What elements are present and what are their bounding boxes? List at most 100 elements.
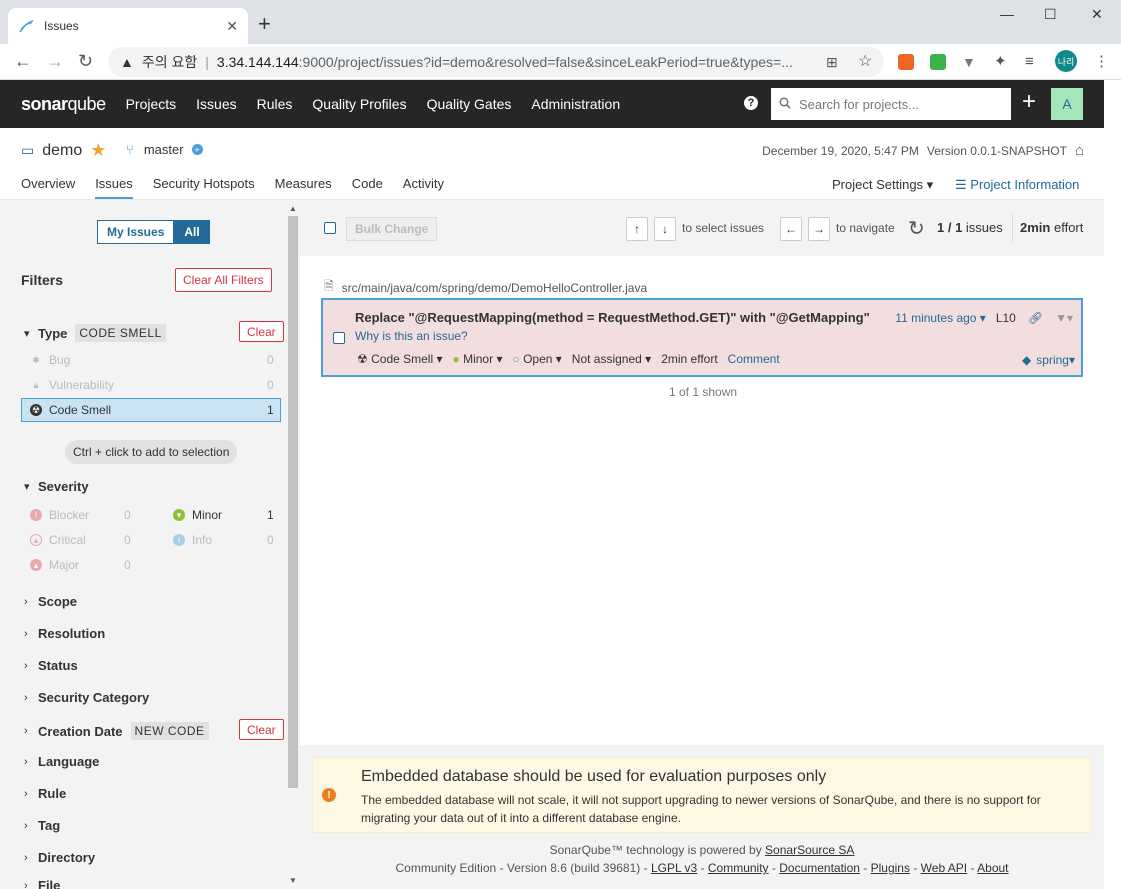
all-issues-button[interactable]: All bbox=[174, 220, 210, 244]
project-information-link[interactable]: ☰ Project Information bbox=[955, 177, 1079, 193]
new-tab-icon[interactable]: + bbox=[258, 12, 271, 36]
footer-link-about[interactable]: About bbox=[977, 861, 1008, 875]
close-tab-icon[interactable]: ✕ bbox=[226, 18, 238, 35]
chevron-right-icon: › bbox=[24, 627, 28, 640]
nav-quality-profiles[interactable]: Quality Profiles bbox=[312, 96, 406, 112]
sonarsource-link[interactable]: SonarSource SA bbox=[765, 843, 854, 857]
bookmark-star-icon[interactable]: ☆ bbox=[858, 53, 872, 71]
translate-icon[interactable]: ⊞ bbox=[826, 53, 838, 71]
facet-directory[interactable]: › Directory bbox=[24, 850, 95, 865]
facet-tag[interactable]: › Tag bbox=[24, 818, 60, 833]
filter-info[interactable]: i Info bbox=[173, 533, 212, 547]
facet-status[interactable]: › Status bbox=[24, 658, 78, 673]
minimize-icon[interactable]: — bbox=[1000, 6, 1014, 22]
nav-rules[interactable]: Rules bbox=[257, 96, 293, 112]
project-settings-dropdown[interactable]: Project Settings ▾ bbox=[832, 177, 933, 193]
issue-assignee-dropdown[interactable]: Not assigned ▾ bbox=[572, 352, 651, 366]
maximize-icon[interactable]: ☐ bbox=[1044, 6, 1057, 23]
my-issues-button[interactable]: My Issues bbox=[97, 220, 175, 244]
branch-name[interactable]: master bbox=[144, 142, 184, 157]
close-window-icon[interactable]: ✕ bbox=[1091, 6, 1103, 23]
reload-issues-icon[interactable]: ↻ bbox=[908, 216, 925, 241]
facet-type[interactable]: ▾ Type CODE SMELL bbox=[24, 324, 166, 342]
search-projects-input[interactable]: Search for projects... bbox=[771, 88, 1011, 120]
extension-icon[interactable] bbox=[898, 54, 914, 70]
why-issue-link[interactable]: Why is this an issue? bbox=[355, 329, 468, 343]
navigate-hint: to navigate bbox=[836, 221, 895, 235]
tab-activity[interactable]: Activity bbox=[403, 176, 444, 199]
facet-resolution[interactable]: › Resolution bbox=[24, 626, 105, 641]
profile-avatar[interactable]: 나리 bbox=[1055, 50, 1077, 72]
reload-icon[interactable]: ↻ bbox=[78, 52, 93, 70]
back-icon[interactable]: ← bbox=[14, 52, 32, 70]
nav-issues[interactable]: Issues bbox=[196, 96, 236, 112]
branch-add-icon[interactable]: + bbox=[191, 144, 203, 155]
issue-age-dropdown[interactable]: 11 minutes ago ▾ bbox=[895, 311, 986, 325]
footer-link-web-api[interactable]: Web API bbox=[921, 861, 967, 875]
create-plus-icon[interactable]: + bbox=[1022, 90, 1036, 114]
tab-security-hotspots[interactable]: Security Hotspots bbox=[153, 176, 255, 199]
vue-extension-icon[interactable]: ▼ bbox=[962, 53, 976, 71]
filter-critical[interactable]: ▴ Critical bbox=[30, 533, 86, 547]
footer-link-plugins[interactable]: Plugins bbox=[871, 861, 910, 875]
tab-title: Issues bbox=[44, 19, 79, 33]
nav-quality-gates[interactable]: Quality Gates bbox=[427, 96, 512, 112]
issue-card[interactable]: Replace "@RequestMapping(method = Reques… bbox=[321, 298, 1083, 377]
scroll-down-icon[interactable]: ▼ bbox=[289, 876, 297, 885]
url-bar[interactable]: ▲ 주의 요함 | 3.34.144.144 :9000/project/iss… bbox=[108, 47, 884, 77]
menu-icon[interactable]: ⋮ bbox=[1094, 53, 1109, 71]
facet-severity[interactable]: ▾ Severity bbox=[24, 479, 89, 494]
issue-status-dropdown[interactable]: ○ Open ▾ bbox=[512, 352, 561, 366]
tab-measures[interactable]: Measures bbox=[275, 176, 332, 199]
project-name[interactable]: demo bbox=[42, 142, 82, 160]
issue-tags-dropdown[interactable]: ◆ spring ▾ bbox=[1022, 353, 1075, 367]
home-icon[interactable]: ⌂ bbox=[1075, 142, 1084, 159]
tab-issues[interactable]: Issues bbox=[95, 176, 133, 199]
facet-rule[interactable]: › Rule bbox=[24, 786, 66, 801]
footer-link-documentation[interactable]: Documentation bbox=[779, 861, 860, 875]
clear-type-button[interactable]: Clear bbox=[239, 321, 284, 342]
forward-icon[interactable]: → bbox=[46, 52, 64, 70]
nav-projects[interactable]: Projects bbox=[126, 96, 177, 112]
browser-tab[interactable]: Issues ✕ bbox=[8, 8, 248, 44]
puzzle-icon[interactable]: ✦ bbox=[994, 53, 1007, 71]
media-icon[interactable]: ≡ bbox=[1025, 53, 1034, 71]
facet-language[interactable]: › Language bbox=[24, 754, 99, 769]
permalink-icon[interactable]: 🔗︎ bbox=[1028, 311, 1043, 325]
facet-security-category[interactable]: › Security Category bbox=[24, 690, 149, 705]
footer-link-community[interactable]: Community bbox=[708, 861, 769, 875]
tab-overview[interactable]: Overview bbox=[21, 176, 75, 199]
nav-administration[interactable]: Administration bbox=[531, 96, 620, 112]
component-path[interactable]: 🗎︎ src/main/java/com/spring/demo/DemoHel… bbox=[324, 277, 647, 298]
warning-icon: ! bbox=[322, 788, 336, 802]
issue-message[interactable]: Replace "@RequestMapping(method = Reques… bbox=[355, 310, 870, 325]
issue-checkbox[interactable] bbox=[333, 332, 345, 344]
favorite-star-icon[interactable]: ★ bbox=[90, 140, 106, 161]
filter-blocker[interactable]: ! Blocker bbox=[30, 508, 89, 522]
filter-vulnerability[interactable]: 🔒︎ Vulnerability bbox=[30, 378, 114, 392]
filter-major[interactable]: ▴ Major bbox=[30, 558, 79, 572]
issue-comment-link[interactable]: Comment bbox=[728, 352, 780, 366]
tab-code[interactable]: Code bbox=[352, 176, 383, 199]
sidebar-scrollbar[interactable] bbox=[286, 200, 300, 889]
clear-all-filters-button[interactable]: Clear All Filters bbox=[175, 268, 272, 292]
select-all-checkbox[interactable] bbox=[324, 222, 336, 234]
scrollbar-thumb[interactable] bbox=[288, 216, 298, 788]
filter-similar-icon[interactable]: ▼▾ bbox=[1055, 311, 1073, 325]
facet-file[interactable]: › File bbox=[24, 878, 60, 889]
sonarqube-logo[interactable]: sonarqube bbox=[21, 94, 106, 115]
clear-creation-date-button[interactable]: Clear bbox=[239, 719, 284, 740]
facet-scope[interactable]: › Scope bbox=[24, 594, 77, 609]
help-icon[interactable]: ? bbox=[744, 96, 758, 110]
filter-minor[interactable]: ▾ Minor bbox=[173, 508, 222, 522]
facet-creation-date[interactable]: › Creation Date NEW CODE bbox=[24, 722, 209, 740]
scroll-up-icon[interactable]: ▲ bbox=[289, 204, 297, 213]
user-avatar[interactable]: A bbox=[1051, 88, 1083, 120]
bulk-change-button[interactable]: Bulk Change bbox=[346, 217, 438, 241]
issue-severity-dropdown[interactable]: ● Minor ▾ bbox=[453, 352, 503, 366]
footer-link-lgpl[interactable]: LGPL v3 bbox=[651, 861, 697, 875]
issue-type-dropdown[interactable]: ☢︎ Code Smell ▾ bbox=[357, 352, 443, 366]
filter-bug[interactable]: ✱ Bug bbox=[30, 353, 70, 367]
extension-icon[interactable] bbox=[930, 54, 946, 70]
security-label: 주의 요함 bbox=[141, 54, 198, 70]
